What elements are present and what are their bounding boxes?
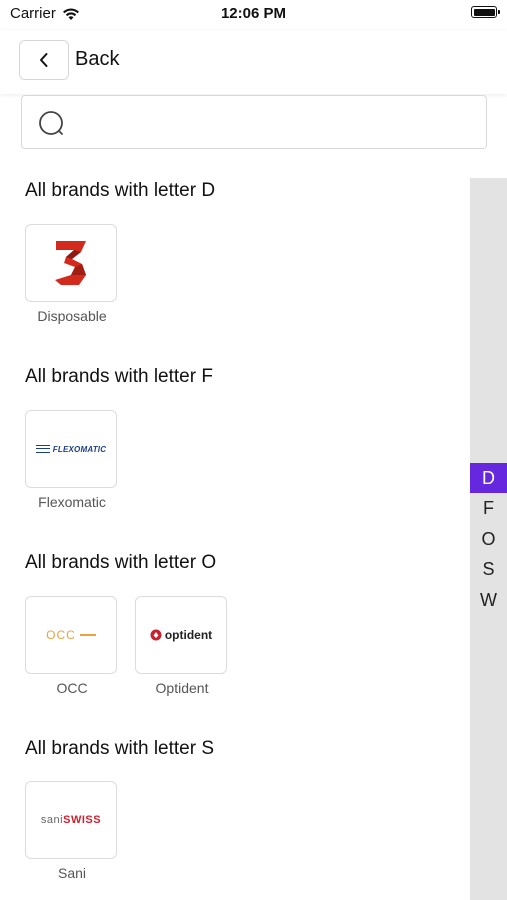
- brand-name: OCC: [56, 680, 88, 696]
- logo-text: optident: [164, 628, 213, 642]
- status-bar: Carrier 12:06 PM: [0, 0, 507, 30]
- optident-logo: optident: [150, 628, 212, 642]
- section-title-d: All brands with letter D: [25, 180, 216, 201]
- brand-name: Flexomatic: [38, 494, 106, 510]
- search-field[interactable]: [21, 95, 487, 149]
- index-letter-o[interactable]: O: [470, 524, 507, 554]
- search-icon: [39, 111, 63, 135]
- back-button[interactable]: [19, 40, 69, 80]
- brand-logo-tile[interactable]: saniSWISS: [25, 781, 117, 859]
- logo-text-part-a: sani: [40, 814, 64, 826]
- brand-sani[interactable]: saniSWISS Sani: [25, 781, 119, 881]
- index-letter-w[interactable]: W: [470, 585, 507, 615]
- brand-logo-tile[interactable]: optident: [135, 596, 227, 674]
- optident-emblem-icon: [150, 629, 162, 641]
- brand-logo-tile[interactable]: [25, 224, 117, 302]
- battery-icon: [471, 6, 500, 18]
- brand-name: Optident: [155, 680, 209, 696]
- brand-logo-tile[interactable]: OCC: [25, 596, 117, 674]
- disposable-logo: [55, 241, 86, 285]
- sani-swiss-logo: saniSWISS: [41, 814, 101, 826]
- logo-text-part-b: SWISS: [63, 814, 102, 826]
- brand-name: Disposable: [37, 308, 107, 324]
- logo-text: OCC: [46, 628, 76, 642]
- brand-optident[interactable]: optident Optident: [135, 596, 229, 696]
- status-time: 12:06 PM: [220, 5, 287, 22]
- index-letter-d[interactable]: D: [470, 463, 507, 493]
- index-letter-s[interactable]: S: [470, 554, 507, 584]
- alphabet-index-bar[interactable]: D F O S W: [470, 178, 507, 900]
- section-title-f: All brands with letter F: [25, 366, 213, 387]
- navigation-bar: Back: [0, 30, 507, 94]
- section-title-o: All brands with letter O: [25, 552, 217, 573]
- brand-disposable[interactable]: Disposable: [25, 224, 119, 324]
- brand-logo-tile[interactable]: FLEXOMATIC: [25, 410, 117, 488]
- brand-flexomatic[interactable]: FLEXOMATIC Flexomatic: [25, 410, 119, 510]
- search-input[interactable]: [72, 104, 476, 142]
- section-title-s: All brands with letter S: [25, 738, 215, 759]
- occ-logo: OCC: [46, 628, 96, 642]
- logo-text: FLEXOMATIC: [52, 444, 107, 454]
- back-label[interactable]: Back: [75, 48, 119, 71]
- brand-occ[interactable]: OCC OCC: [25, 596, 119, 696]
- brand-name: Sani: [57, 865, 87, 881]
- flexomatic-logo: FLEXOMATIC: [35, 444, 107, 454]
- chevron-left-icon: [40, 53, 48, 67]
- index-letter-f[interactable]: F: [470, 493, 507, 523]
